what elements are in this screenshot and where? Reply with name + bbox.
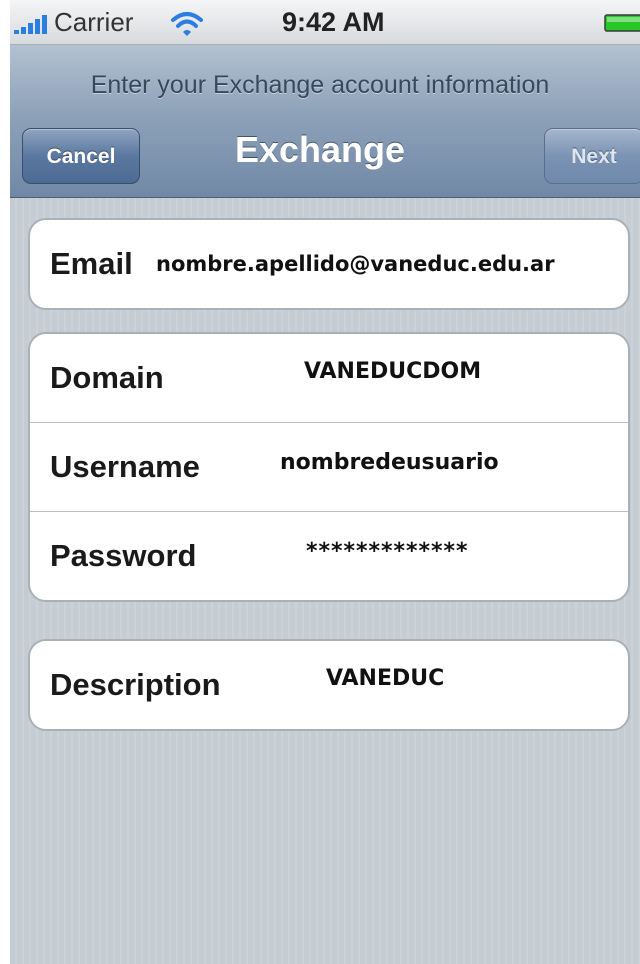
status-bar: Carrier 9:42 AM (10, 0, 640, 45)
username-label: Username (50, 449, 200, 484)
signal-bars-icon (14, 15, 47, 34)
email-group: Email nombre.apellido@vaneduc.edu.ar (28, 218, 630, 310)
phone-screen: Carrier 9:42 AM Enter your Exchange acco… (10, 0, 640, 964)
credentials-group: Domain VANEDUCDOM Username nombredeusuar… (28, 332, 630, 602)
status-time: 9:42 AM (282, 7, 385, 37)
navigation-bar: Enter your Exchange account information … (10, 45, 640, 198)
description-field[interactable]: VANEDUC (326, 641, 444, 723)
password-field[interactable]: ************* (306, 508, 469, 596)
domain-row[interactable]: Domain VANEDUCDOM (30, 334, 628, 423)
page-title: Exchange (234, 129, 406, 170)
username-row[interactable]: Username nombredeusuario (30, 423, 628, 512)
battery-icon (604, 14, 640, 32)
description-row[interactable]: Description VANEDUC (30, 641, 628, 729)
navbar-prompt: Enter your Exchange account information (90, 71, 550, 99)
description-group: Description VANEDUC (28, 639, 630, 731)
email-label: Email (50, 246, 133, 281)
description-label: Description (50, 667, 221, 702)
password-row[interactable]: Password ************* (30, 512, 628, 600)
email-field[interactable]: nombre.apellido@vaneduc.edu.ar (156, 220, 555, 308)
username-field[interactable]: nombredeusuario (280, 419, 499, 507)
domain-field[interactable]: VANEDUCDOM (304, 334, 481, 416)
wifi-icon (171, 12, 203, 36)
password-label: Password (50, 538, 197, 573)
carrier-label: Carrier (54, 7, 134, 37)
next-button[interactable]: Next (544, 128, 640, 184)
email-row[interactable]: Email nombre.apellido@vaneduc.edu.ar (30, 220, 628, 308)
domain-label: Domain (50, 360, 164, 395)
